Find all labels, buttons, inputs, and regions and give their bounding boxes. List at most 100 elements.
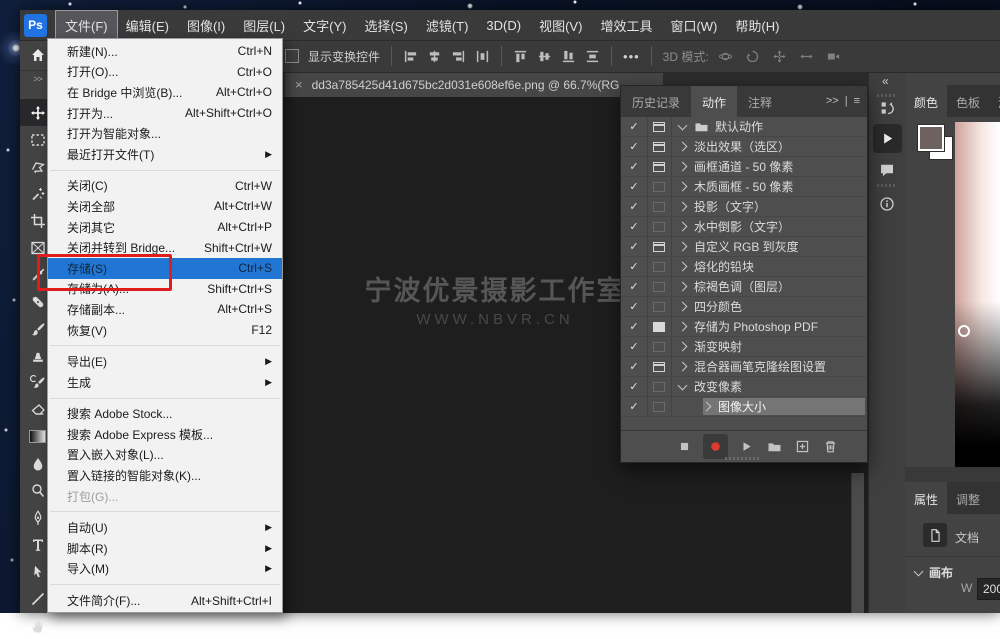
tab-close-icon[interactable]: ×	[295, 77, 303, 92]
menubar-item-1[interactable]: 编辑(E)	[117, 11, 178, 40]
camera-3d-button[interactable]	[826, 49, 841, 64]
chevron-right-icon[interactable]	[678, 182, 688, 192]
file-menu-item-18[interactable]: 置入嵌入对象(L)...	[48, 445, 282, 466]
align-center-h-button[interactable]	[427, 49, 442, 64]
dialog-toggle[interactable]	[647, 202, 671, 212]
chevron-right-icon[interactable]	[678, 222, 688, 232]
align-right-button[interactable]	[451, 49, 466, 64]
dock-grip[interactable]	[877, 94, 897, 97]
action-row[interactable]: ✓四分颜色	[621, 297, 867, 317]
file-menu-item-1[interactable]: 打开(O)...Ctrl+O	[48, 62, 282, 83]
file-menu-item-14[interactable]: 导出(E)▶	[48, 351, 282, 372]
width-input[interactable]	[977, 578, 1000, 600]
tab-color[interactable]: 颜色	[905, 85, 947, 117]
dialog-toggle[interactable]	[647, 122, 671, 132]
file-menu-item-24[interactable]: 文件简介(F)...Alt+Shift+Ctrl+I	[48, 590, 282, 611]
align-bottom-button[interactable]	[561, 49, 576, 64]
tab-adjustments[interactable]: 调整	[947, 482, 989, 514]
dialog-toggle[interactable]	[647, 262, 671, 272]
file-menu-item-6[interactable]: 关闭(C)Ctrl+W	[48, 176, 282, 197]
item-enabled-checkmark[interactable]: ✓	[621, 140, 647, 153]
file-menu-item-23[interactable]: 导入(M)▶	[48, 559, 282, 580]
tab-actions[interactable]: 动作	[691, 86, 737, 117]
chevron-right-icon[interactable]	[678, 282, 688, 292]
action-row[interactable]: ✓自定义 RGB 到灰度	[621, 237, 867, 257]
action-row[interactable]: ✓淡出效果（选区）	[621, 137, 867, 157]
menubar-item-2[interactable]: 图像(I)	[178, 11, 234, 40]
chevron-right-icon[interactable]	[678, 162, 688, 172]
tab-history[interactable]: 历史记录	[621, 86, 691, 117]
action-row[interactable]: ✓存储为 Photoshop PDF	[621, 317, 867, 337]
item-enabled-checkmark[interactable]: ✓	[621, 320, 647, 333]
chevron-right-icon[interactable]	[678, 302, 688, 312]
file-menu-item-19[interactable]: 置入链接的智能对象(K)...	[48, 465, 282, 486]
chevron-right-icon[interactable]	[678, 262, 688, 272]
panel-collapse-button[interactable]: >>	[826, 95, 839, 107]
show-transform-checkbox[interactable]	[285, 49, 299, 63]
play-button[interactable]	[739, 439, 754, 454]
document-tab[interactable]: × dd3a785425d41d675bc2d031e608ef6e.png @…	[285, 72, 663, 97]
file-menu-item-15[interactable]: 生成▶	[48, 372, 282, 393]
dialog-toggle[interactable]	[647, 162, 671, 172]
file-menu-item-17[interactable]: 搜索 Adobe Express 模板...	[48, 424, 282, 445]
action-row[interactable]: ✓渐变映射	[621, 337, 867, 357]
color-picker-field[interactable]	[955, 122, 1000, 467]
stop-button[interactable]	[677, 439, 692, 454]
slide-3d-button[interactable]	[799, 49, 814, 64]
item-enabled-checkmark[interactable]: ✓	[621, 240, 647, 253]
info-panel-button[interactable]	[879, 196, 895, 212]
file-menu-item-8[interactable]: 关闭其它Alt+Ctrl+P	[48, 217, 282, 238]
canvas-scrollbar[interactable]	[851, 473, 864, 613]
action-row[interactable]: ✓棕褐色调（图层）	[621, 277, 867, 297]
roll-3d-button[interactable]	[745, 49, 760, 64]
dock-grip[interactable]	[877, 184, 897, 187]
file-menu-item-0[interactable]: 新建(N)...Ctrl+N	[48, 41, 282, 62]
item-enabled-checkmark[interactable]: ✓	[621, 400, 647, 413]
chevron-down-icon[interactable]	[678, 120, 688, 130]
item-enabled-checkmark[interactable]: ✓	[621, 360, 647, 373]
file-menu-item-2[interactable]: 在 Bridge 中浏览(B)...Alt+Ctrl+O	[48, 82, 282, 103]
dialog-toggle[interactable]	[647, 342, 671, 352]
dialog-toggle[interactable]	[647, 142, 671, 152]
menubar-item-0[interactable]: 文件(F)	[56, 11, 117, 40]
action-row[interactable]: ✓图像大小	[621, 397, 867, 417]
item-enabled-checkmark[interactable]: ✓	[621, 120, 647, 133]
chevron-right-icon[interactable]	[678, 202, 688, 212]
item-enabled-checkmark[interactable]: ✓	[621, 160, 647, 173]
file-menu-item-21[interactable]: 自动(U)▶	[48, 517, 282, 538]
file-menu-item-3[interactable]: 打开为...Alt+Shift+Ctrl+O	[48, 103, 282, 124]
tab-notes[interactable]: 注释	[737, 86, 783, 117]
file-menu-item-7[interactable]: 关闭全部Alt+Ctrl+W	[48, 196, 282, 217]
foreground-color-swatch[interactable]	[918, 125, 944, 151]
notes-panel-button[interactable]	[879, 162, 895, 178]
action-group-row[interactable]: ✓默认动作	[621, 117, 867, 137]
chevron-right-icon[interactable]	[678, 362, 688, 372]
color-picker-cursor[interactable]	[958, 325, 970, 337]
trash-button[interactable]	[823, 439, 838, 454]
menubar-item-8[interactable]: 视图(V)	[530, 11, 591, 40]
tab-gradients[interactable]: 渐变	[989, 85, 1000, 117]
actions-panel-button[interactable]	[873, 124, 902, 153]
menubar-item-6[interactable]: 滤镜(T)	[417, 11, 478, 40]
panel-menu-button[interactable]: ≡	[854, 95, 860, 107]
action-row[interactable]: ✓木质画框 - 50 像素	[621, 177, 867, 197]
menubar-item-4[interactable]: 文字(Y)	[294, 11, 355, 40]
align-top-button[interactable]	[513, 49, 528, 64]
distribute-h-button[interactable]	[475, 49, 490, 64]
tab-properties[interactable]: 属性	[905, 482, 947, 514]
dialog-toggle[interactable]	[647, 302, 671, 312]
distribute-v-button[interactable]	[585, 49, 600, 64]
dialog-toggle[interactable]	[647, 282, 671, 292]
file-menu-item-13[interactable]: 恢复(V)F12	[48, 320, 282, 341]
item-enabled-checkmark[interactable]: ✓	[621, 380, 647, 393]
folder-button[interactable]	[767, 439, 782, 454]
file-menu-item-4[interactable]: 打开为智能对象...	[48, 123, 282, 144]
dialog-toggle[interactable]	[647, 322, 671, 332]
history-panel-button[interactable]	[879, 100, 895, 116]
item-enabled-checkmark[interactable]: ✓	[621, 260, 647, 273]
more-options-button[interactable]: •••	[623, 49, 640, 64]
menubar-item-11[interactable]: 帮助(H)	[726, 11, 788, 40]
file-menu-item-22[interactable]: 脚本(R)▶	[48, 538, 282, 559]
align-left-button[interactable]	[403, 49, 418, 64]
dialog-toggle[interactable]	[647, 362, 671, 372]
